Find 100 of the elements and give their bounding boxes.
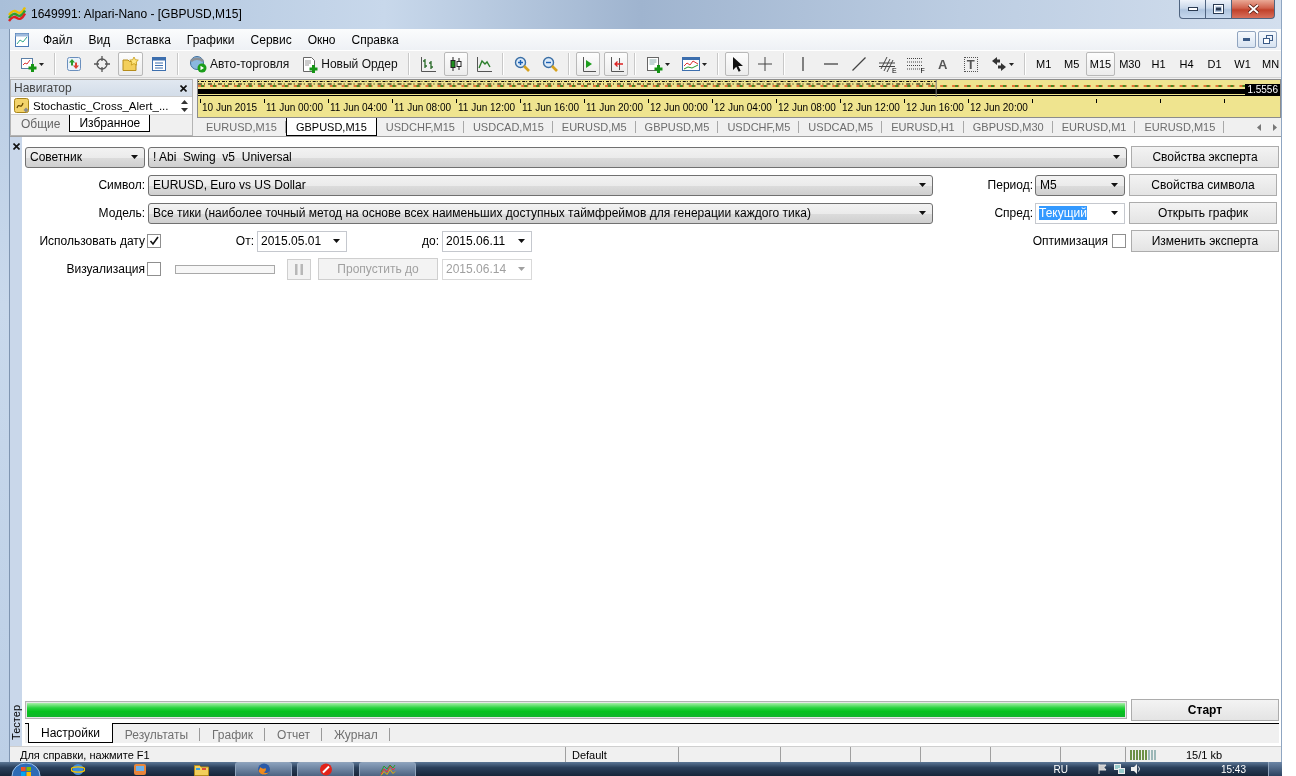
traffic-text: 15/1 kb xyxy=(1186,748,1223,761)
menu-item[interactable]: Вид xyxy=(80,30,119,49)
symbol-select[interactable]: EURUSD, Euro vs US Dollar xyxy=(148,174,933,196)
open-chart-button[interactable]: Открыть график xyxy=(1129,202,1277,224)
modify-expert-button[interactable]: Изменить эксперта xyxy=(1131,230,1279,252)
checkbox[interactable] xyxy=(147,262,161,276)
period-select[interactable]: M5 xyxy=(1035,174,1125,196)
scroll-down-icon xyxy=(181,107,188,112)
period-button[interactable]: H4 xyxy=(1172,52,1201,76)
caret-icon xyxy=(919,183,926,187)
period-button[interactable]: M1 xyxy=(1029,52,1058,76)
symbol-properties-button[interactable]: Свойства символа xyxy=(1129,174,1277,196)
crosshair-icon xyxy=(756,56,773,72)
chart-shift-button[interactable] xyxy=(603,52,628,76)
start-button[interactable] xyxy=(8,762,44,776)
text-label-tool-button[interactable]: T xyxy=(958,52,983,76)
clock: 15:43 xyxy=(1220,763,1246,775)
restore-icon xyxy=(1262,35,1273,44)
restore-icon xyxy=(1213,4,1224,14)
vertical-line-icon xyxy=(800,57,805,71)
caret-icon xyxy=(518,239,525,243)
player-icon xyxy=(132,763,147,776)
pause-icon xyxy=(295,263,303,275)
bar-chart-icon xyxy=(419,56,436,72)
period-label: Период: xyxy=(987,178,1033,192)
mode-select[interactable]: Советник xyxy=(25,146,145,168)
globe-play-icon xyxy=(189,55,207,73)
speaker-icon xyxy=(1130,764,1141,774)
checkbox[interactable] xyxy=(147,234,161,248)
auto-trading-button[interactable]: Авто-торговля xyxy=(185,52,294,76)
minimize-button[interactable] xyxy=(1179,0,1206,19)
period-button[interactable]: H1 xyxy=(1144,52,1173,76)
menu-item[interactable]: Справка xyxy=(343,30,407,49)
new-order-button[interactable]: Новый Ордер xyxy=(297,52,402,76)
time-label: 12 Jun 00:00 xyxy=(649,102,709,114)
menu-item[interactable]: Вставка xyxy=(118,30,179,49)
time-label: 10 Jun 2015 xyxy=(201,102,259,114)
use-date-label: Использовать дату xyxy=(39,234,145,248)
scroll-left-button[interactable] xyxy=(1255,122,1263,132)
model-select[interactable]: Все тики (наиболее точный метод на основе всех наименьших доступных таймфреймов для генерации каждого тика) xyxy=(148,202,933,224)
expert-select[interactable]: ! Abi Swing v5 Universal xyxy=(148,146,1127,168)
time-label: 12 Jun 12:00 xyxy=(841,102,901,114)
menu-item[interactable]: Сервис xyxy=(242,30,300,49)
close-button[interactable] xyxy=(178,82,189,94)
autoscroll-button[interactable] xyxy=(575,52,600,76)
date-field[interactable]: 2015.06.11 xyxy=(442,230,532,252)
chart-plus-icon xyxy=(20,55,37,73)
crosshair-target-icon xyxy=(94,56,110,72)
speed-slider-track[interactable] xyxy=(175,264,275,274)
minimize-icon xyxy=(1243,38,1250,41)
date-field[interactable]: 2015.05.01 xyxy=(257,230,347,252)
period-button[interactable]: M15 xyxy=(1085,52,1116,76)
chart-tab[interactable]: GBPUSD,M15 xyxy=(285,118,377,136)
menu-item[interactable]: Окно xyxy=(299,30,344,49)
zoom-in-icon xyxy=(513,56,530,72)
period-button[interactable]: D1 xyxy=(1200,52,1229,76)
window-title: 1649991: Alpari-Nano - [GBPUSD,M15] xyxy=(31,7,242,21)
list-window-icon xyxy=(151,56,167,72)
tester-tab[interactable]: Настройки xyxy=(28,723,113,743)
checkbox[interactable] xyxy=(1112,234,1126,248)
minimize-button[interactable] xyxy=(1237,31,1256,48)
indicator-window-icon xyxy=(681,56,700,72)
time-label: 11 Jun 16:00 xyxy=(521,102,581,114)
navigator-tab[interactable]: Общие xyxy=(12,115,70,132)
cursor-button[interactable] xyxy=(724,52,749,76)
text-tool-button[interactable]: A xyxy=(930,52,955,76)
menu-item[interactable]: Файл xyxy=(35,30,81,49)
menu-item[interactable]: Графики xyxy=(178,30,243,49)
caret-icon xyxy=(1111,183,1118,187)
app-logo-icon xyxy=(8,6,26,22)
close-icon xyxy=(180,84,187,92)
arrows-icon xyxy=(66,56,82,72)
show-desktop-button[interactable] xyxy=(1268,762,1282,776)
start-button[interactable]: Старт xyxy=(1131,699,1279,721)
candlestick-button[interactable] xyxy=(443,52,468,76)
visualization-label: Визуализация xyxy=(66,262,145,276)
period-button[interactable]: MN xyxy=(1256,52,1285,76)
to-label: до: xyxy=(422,234,439,248)
zoom-out-icon xyxy=(541,56,558,72)
function-icon xyxy=(14,98,29,113)
restore-button[interactable] xyxy=(1258,31,1277,48)
navigator-tab[interactable]: Избранное xyxy=(69,115,151,132)
caret-icon xyxy=(131,155,138,159)
navigator-button[interactable] xyxy=(118,52,143,76)
time-label: 12 Jun 04:00 xyxy=(713,102,773,114)
time-label: 11 Jun 20:00 xyxy=(585,102,645,114)
horizontal-line-icon xyxy=(823,62,838,66)
close-button[interactable] xyxy=(1232,0,1275,19)
language-indicator[interactable]: RU xyxy=(1053,763,1068,775)
period-button[interactable]: M5 xyxy=(1057,52,1086,76)
close-button[interactable] xyxy=(10,141,22,152)
scroll-right-button[interactable] xyxy=(1271,122,1279,132)
period-button[interactable]: M30 xyxy=(1115,52,1145,76)
time-label: 12 Jun 08:00 xyxy=(777,102,837,114)
model-label: Модель: xyxy=(98,206,145,220)
period-button[interactable]: W1 xyxy=(1228,52,1257,76)
hatched-lines-icon xyxy=(878,56,895,72)
expert-properties-button[interactable]: Свойства эксперта xyxy=(1131,146,1279,168)
dotted-lines-icon xyxy=(906,57,923,71)
maximize-button[interactable] xyxy=(1206,0,1232,19)
